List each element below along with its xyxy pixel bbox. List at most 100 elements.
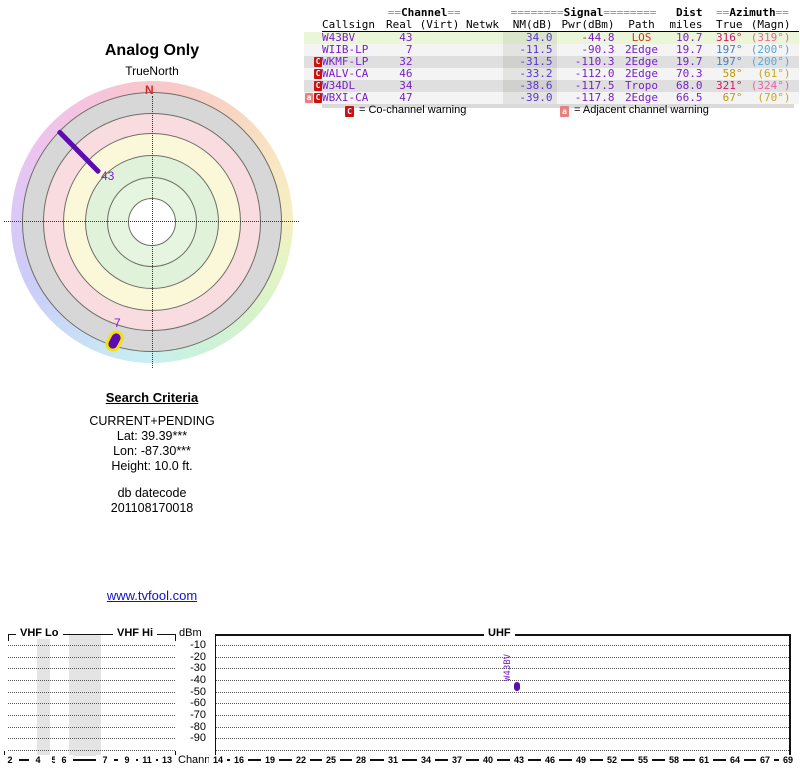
search-criteria: Search Criteria CURRENT+PENDING Lat: 39.… bbox=[32, 390, 272, 474]
col-real: Real bbox=[386, 19, 417, 32]
true-north-label: TrueNorth bbox=[125, 64, 179, 78]
cell-warnings: C bbox=[304, 56, 322, 68]
page-title: Analog Only bbox=[104, 42, 200, 59]
dbm-tick-label: -10 bbox=[190, 639, 206, 651]
channel-tick-label: 49 bbox=[572, 755, 590, 766]
cell-warnings: C bbox=[304, 68, 322, 80]
channel-tick-label: 46 bbox=[541, 755, 559, 766]
col-virt: (Virt) bbox=[416, 19, 463, 32]
co-channel-warning-icon: C bbox=[314, 69, 322, 79]
cell-virt bbox=[417, 92, 463, 104]
dbm-tick-label: -30 bbox=[190, 662, 206, 674]
channel-tick-label: 61 bbox=[695, 755, 713, 766]
col-miles: miles bbox=[664, 19, 707, 32]
cell-nm: -39.0 bbox=[502, 92, 557, 104]
channel-tick-label: 55 bbox=[634, 755, 652, 766]
channel-tick-label: 40 bbox=[479, 755, 497, 766]
co-channel-warning-icon: C bbox=[314, 57, 322, 67]
cell-magn_az: (70°) bbox=[757, 91, 791, 104]
dbm-gridline bbox=[216, 727, 789, 728]
channel-tick-label: 37 bbox=[448, 755, 466, 766]
channel-tick-label: 67 bbox=[756, 755, 774, 766]
co-channel-warning-icon: C bbox=[314, 93, 322, 103]
cell-netwk bbox=[463, 68, 503, 80]
col-callsign: Callsign bbox=[322, 19, 386, 32]
tvfool-link[interactable]: www.tvfool.com bbox=[107, 588, 197, 603]
dbm-gridline bbox=[8, 692, 175, 693]
uhf-panel-right-border bbox=[789, 634, 791, 760]
search-lat: Lat: 39.39*** bbox=[116, 429, 188, 443]
cell-real: 47 bbox=[399, 91, 413, 104]
channel-tick-label: 9 bbox=[118, 755, 136, 766]
cell-netwk bbox=[463, 80, 503, 92]
dbm-gridline bbox=[8, 715, 175, 716]
channel-tick-label: 69 bbox=[779, 755, 797, 766]
cell-callsign: WBXI-CA bbox=[322, 91, 369, 104]
adjacent-channel-warning-icon: a bbox=[560, 106, 569, 117]
dbm-gridline bbox=[216, 645, 789, 646]
cell-netwk bbox=[463, 56, 503, 68]
cell-warnings: C bbox=[304, 80, 322, 92]
channel-tick-label: 13 bbox=[158, 755, 176, 766]
col-true: True bbox=[706, 19, 747, 32]
dbm-gridline bbox=[216, 750, 789, 751]
dbm-gridline bbox=[8, 645, 175, 646]
dbm-tick-label: -70 bbox=[190, 709, 206, 721]
search-height: Height: 10.0 ft. bbox=[111, 459, 193, 473]
legend-adjacent-channel: a = Adjacent channel warning bbox=[560, 104, 709, 117]
table-row: a C WBXI-CA 47 -39.0 -117.8 2Edge 66.5 67° (70°) bbox=[304, 92, 799, 104]
dbm-gridline bbox=[8, 703, 175, 704]
station-table: ==Channel== ========Signal======== Dist … bbox=[304, 7, 799, 104]
cell-netwk bbox=[463, 32, 503, 45]
col-magn: (Magn) bbox=[746, 19, 799, 32]
dbm-gridline bbox=[8, 727, 175, 728]
cell-warnings bbox=[304, 32, 322, 45]
channel-tick-label: 64 bbox=[726, 755, 744, 766]
channel-tick-label: 14 bbox=[209, 755, 227, 766]
db-datecode-value: 201108170018 bbox=[110, 501, 194, 515]
station-w43bv-bar-label: W43BV bbox=[503, 653, 513, 681]
search-lon: Lon: -87.30*** bbox=[113, 444, 191, 458]
vhf-corner-left bbox=[8, 634, 9, 641]
co-channel-warning-icon: C bbox=[345, 106, 354, 117]
dbm-tick-label: -90 bbox=[190, 732, 206, 744]
channel-tick-label: 43 bbox=[510, 755, 528, 766]
channel-tick-label: 28 bbox=[352, 755, 370, 766]
dbm-axis-label: dBm bbox=[179, 627, 202, 639]
channel-tick-label: 11 bbox=[138, 755, 156, 766]
dbm-gridline bbox=[216, 703, 789, 704]
cell-virt bbox=[417, 68, 463, 80]
cell-warnings bbox=[304, 44, 322, 56]
channel-tick-label: 7 bbox=[96, 755, 114, 766]
channel-tick-label: 25 bbox=[322, 755, 340, 766]
uhf-panel-left-border bbox=[215, 634, 216, 760]
dbm-gridline bbox=[216, 692, 789, 693]
cell-virt bbox=[417, 56, 463, 68]
col-path: Path bbox=[618, 19, 665, 32]
crosshair-vertical bbox=[152, 96, 153, 368]
channel-tick-label: 22 bbox=[292, 755, 310, 766]
adjacent-channel-warning-icon: a bbox=[305, 93, 313, 103]
channel-tick-label: 6 bbox=[55, 755, 73, 766]
db-datecode-block: db datecode 201108170018 bbox=[32, 486, 272, 516]
cell-virt bbox=[417, 44, 463, 56]
search-criteria-title: Search Criteria bbox=[105, 390, 199, 405]
channel-tick-label: 34 bbox=[417, 755, 435, 766]
uhf-label: UHF bbox=[484, 628, 515, 639]
dbm-gridline bbox=[8, 738, 175, 739]
channel-tick-label: 52 bbox=[603, 755, 621, 766]
cell-virt bbox=[417, 32, 463, 45]
channel-tick-label: 2 bbox=[1, 755, 19, 766]
dbm-gridline bbox=[8, 680, 175, 681]
cell-netwk bbox=[463, 44, 503, 56]
vhf-lo-label: VHF Lo bbox=[16, 628, 63, 639]
dbm-gridline bbox=[216, 738, 789, 739]
channel-tick-label: 16 bbox=[230, 755, 248, 766]
dbm-tick-label: -40 bbox=[190, 674, 206, 686]
cell-virt bbox=[417, 80, 463, 92]
channel-tick-label: 31 bbox=[384, 755, 402, 766]
co-channel-warning-icon: C bbox=[314, 81, 322, 91]
table-column-header-row: Callsign Real (Virt) Netwk NM(dB) Pwr(dB… bbox=[304, 19, 799, 32]
station-w43bv-bar bbox=[514, 682, 520, 691]
col-nm: NM(dB) bbox=[502, 19, 557, 32]
